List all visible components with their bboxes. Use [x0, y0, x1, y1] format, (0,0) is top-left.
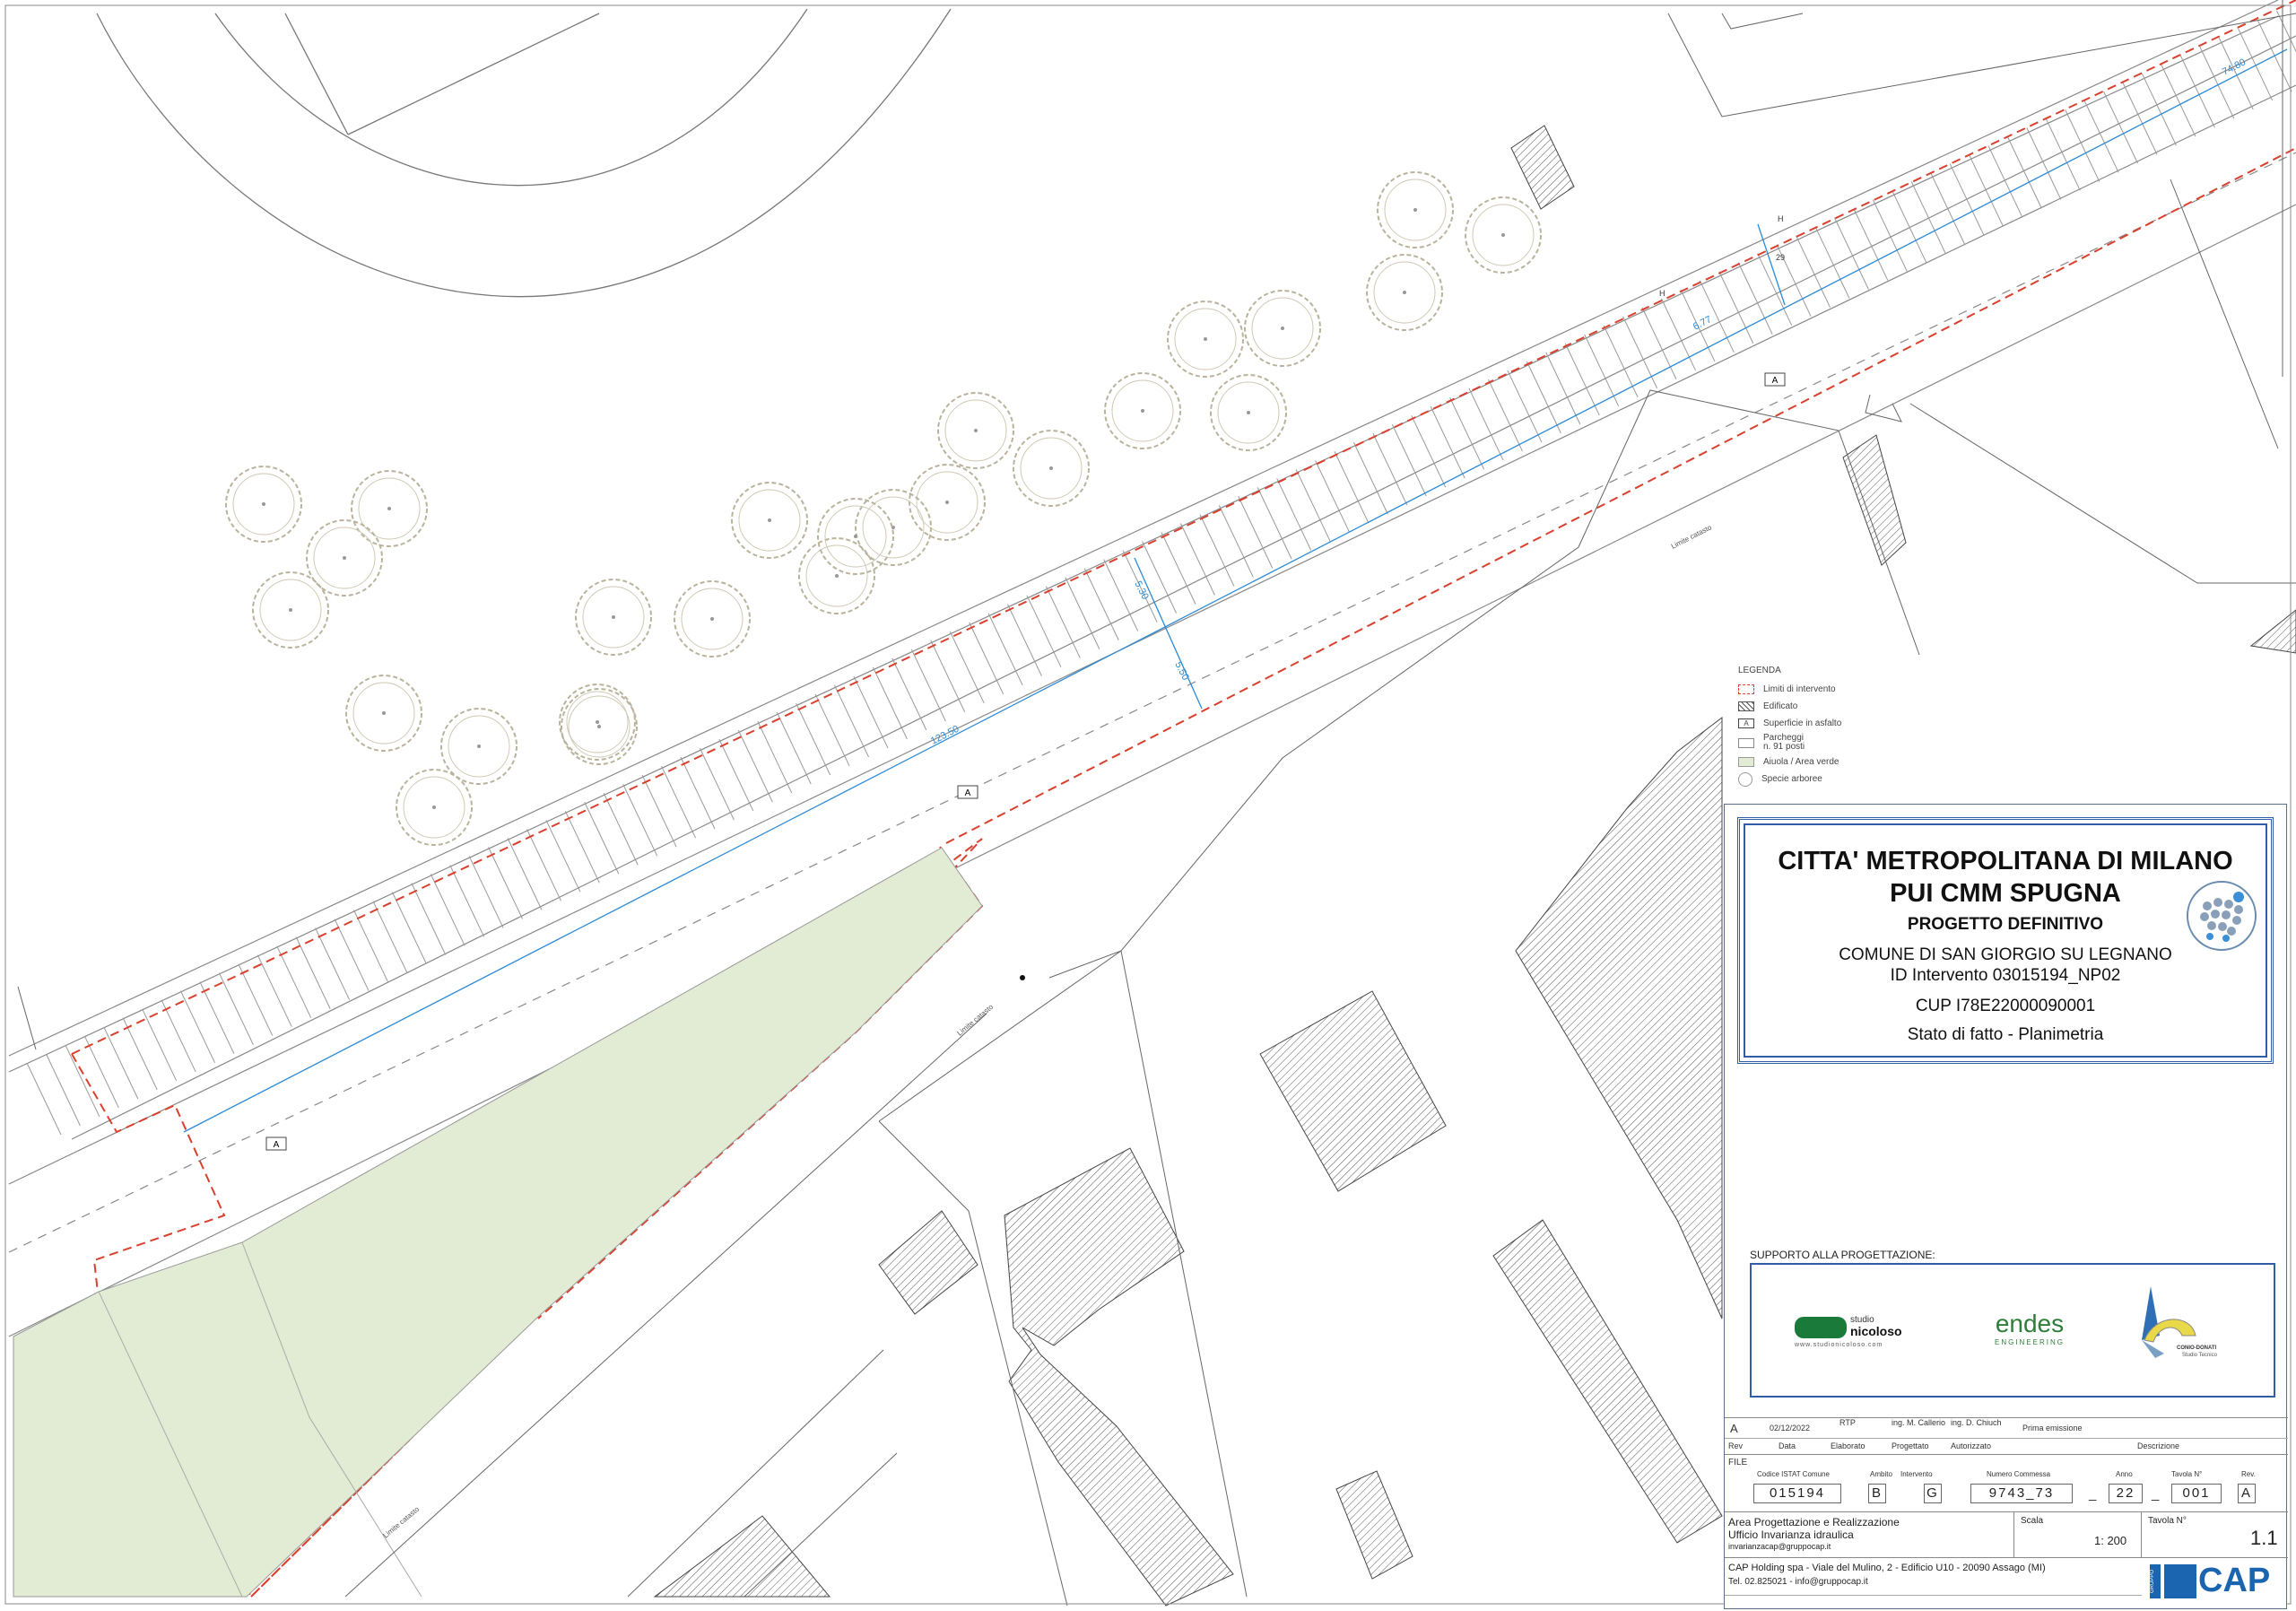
file-code: FILE Codice ISTAT Comune Ambito Interven… [1725, 1454, 2288, 1512]
legend-item: Specie arboree [1738, 771, 1953, 788]
svg-text:A: A [965, 788, 971, 798]
title-line6: CUP I78E22000090001 [1915, 997, 2096, 1015]
conio-donati-logo: CONIO-DONATI Studio Tecnico [2137, 1286, 2227, 1376]
dim-label-5: 74.80 [2221, 57, 2248, 77]
studio-nicoloso-logo: studio nicoloso www.studionicoloso.com [1795, 1315, 1902, 1348]
anno-code: 22 [2109, 1484, 2143, 1503]
title-line5: ID Intervento 03015194_NP02 [1890, 966, 2121, 985]
support-label: SUPPORTO ALLA PROGETTAZIONE: [1750, 1249, 1935, 1261]
green-area [13, 847, 983, 1598]
rev-code: A [2238, 1484, 2256, 1503]
dim-label-4: 5.30 [1132, 579, 1150, 602]
title-block: CITTA' METROPOLITANA DI MILANO PUI CMM S… [1724, 804, 2288, 1610]
commessa-code: 9743_73 [1970, 1484, 2073, 1503]
endes-logo: endes ENGINEERING [1994, 1310, 2065, 1346]
svg-text:H: H [1659, 289, 1665, 298]
legend-item: Parcheggi n. 91 posti [1738, 732, 1953, 753]
istat-code: 015194 [1753, 1484, 1841, 1503]
legend-title: LEGENDA [1738, 666, 1781, 675]
legend-item: Aiuola / Area verde [1738, 753, 1953, 771]
title-line7: Stato di fatto - Planimetria [1907, 1025, 2104, 1044]
sheet-number: 1.1 [2250, 1527, 2278, 1549]
parking-stall-line [2276, 10, 2296, 53]
svg-text:29: 29 [1776, 253, 1785, 262]
title-frame: CITTA' METROPOLITANA DI MILANO PUI CMM S… [1737, 817, 2274, 1064]
curved-road [96, 8, 952, 298]
legend: LEGENDA Limiti di intervento Edificato A… [1738, 666, 1953, 788]
title-line1: CITTA' METROPOLITANA DI MILANO [1778, 847, 2233, 875]
spugna-logo [2187, 881, 2257, 951]
revision-table: A 02/12/2022 RTP ing. M. Callerio ing. D… [1725, 1417, 2288, 1455]
cap-logo: GRUPPO CAP [2150, 1562, 2271, 1599]
svg-text:Limite catasto: Limite catasto [1670, 523, 1714, 551]
legend-item: Limiti di intervento [1738, 681, 1953, 698]
svg-text:A: A [274, 1140, 280, 1150]
legend-item: Edificato [1738, 698, 1953, 715]
svg-text:Limite catasto: Limite catasto [956, 1003, 996, 1038]
dim-label-1: 123.50 [929, 724, 961, 747]
consultant-logos: studio nicoloso www.studionicoloso.com e… [1750, 1263, 2275, 1398]
svg-text:Limite catasto: Limite catasto [382, 1505, 422, 1540]
intervento-code: G [1924, 1484, 1942, 1503]
svg-text:H: H [1778, 214, 1784, 223]
asphalt-markers: A A A [265, 372, 1786, 1151]
ambito-code: B [1868, 1484, 1886, 1503]
legend-item: A Superficie in asfalto [1738, 715, 1953, 732]
svg-text:A: A [1772, 376, 1779, 386]
footer: Area Progettazione e Realizzazione Uffic… [1725, 1512, 2288, 1610]
tavola-code: 001 [2171, 1484, 2222, 1503]
